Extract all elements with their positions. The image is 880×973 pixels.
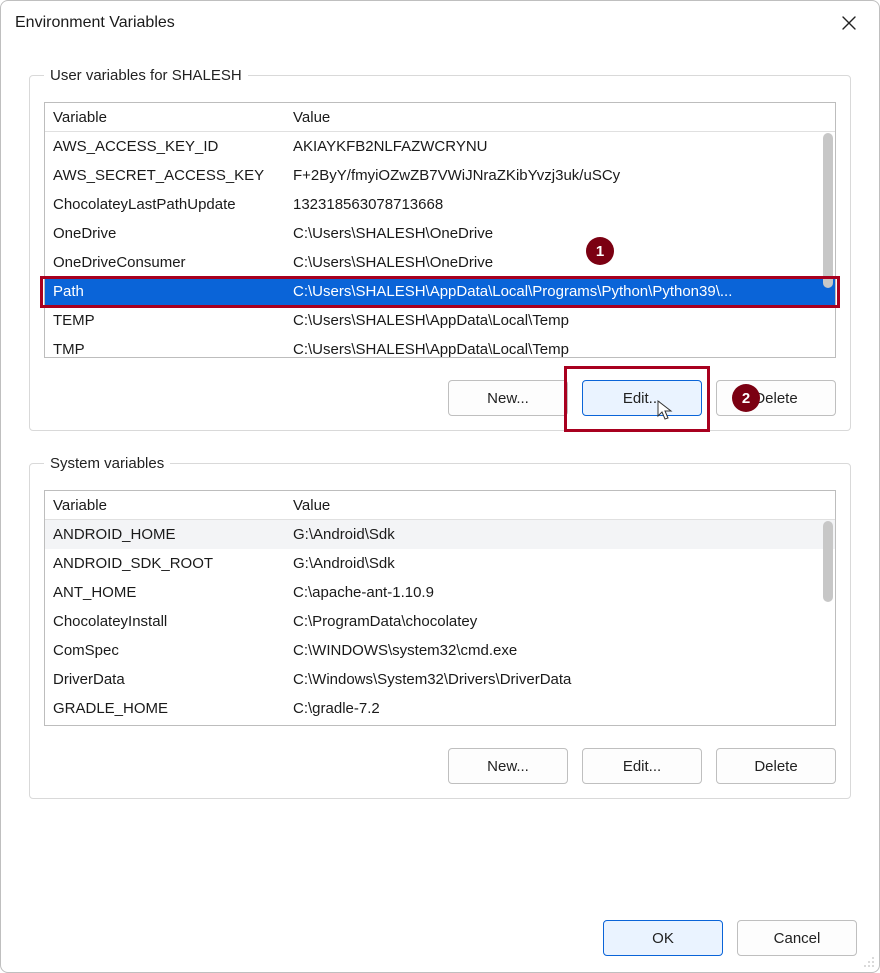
system-variables-group: System variables Variable Value ANDROID_… [29, 455, 851, 799]
cell-value: C:\Users\SHALESH\AppData\Local\Temp [293, 341, 827, 358]
cell-variable: Path [53, 283, 293, 300]
environment-variables-dialog: Environment Variables User variables for… [0, 0, 880, 973]
table-row[interactable]: ANT_HOMEC:\apache-ant-1.10.9 [45, 578, 835, 607]
system-variables-list[interactable]: Variable Value ANDROID_HOMEG:\Android\Sd… [44, 490, 836, 726]
user-variables-list[interactable]: Variable Value AWS_ACCESS_KEY_IDAKIAYKFB… [44, 102, 836, 358]
scrollbar-thumb[interactable] [823, 133, 833, 288]
cell-value: G:\Android\Sdk [293, 526, 827, 543]
system-buttons-row: New... Edit... Delete [44, 748, 836, 784]
table-row[interactable]: JAVA_HOMEC:\Program Files\Java\jdk1.8.0_… [45, 723, 835, 726]
user-variables-legend: User variables for SHALESH [44, 67, 248, 84]
system-edit-button[interactable]: Edit... [582, 748, 702, 784]
system-variables-legend: System variables [44, 455, 170, 472]
cell-variable: GRADLE_HOME [53, 700, 293, 717]
cell-variable: ANDROID_SDK_ROOT [53, 555, 293, 572]
cell-value: C:\Users\SHALESH\OneDrive [293, 254, 827, 271]
list-header: Variable Value [45, 103, 835, 132]
table-row[interactable]: ChocolateyLastPathUpdate1323185630787136… [45, 190, 835, 219]
cancel-button[interactable]: Cancel [737, 920, 857, 956]
user-new-button[interactable]: New... [448, 380, 568, 416]
user-variables-group: User variables for SHALESH Variable Valu… [29, 67, 851, 431]
titlebar: Environment Variables [1, 1, 879, 43]
cell-variable: DriverData [53, 671, 293, 688]
cell-value: 132318563078713668 [293, 196, 827, 213]
col-header-variable[interactable]: Variable [53, 109, 293, 126]
system-delete-button[interactable]: Delete [716, 748, 836, 784]
cell-variable: TMP [53, 341, 293, 358]
cell-variable: ComSpec [53, 642, 293, 659]
cell-variable: TEMP [53, 312, 293, 329]
table-row[interactable]: ANDROID_HOMEG:\Android\Sdk [45, 520, 835, 549]
table-row[interactable]: TMPC:\Users\SHALESH\AppData\Local\Temp [45, 335, 835, 358]
table-row[interactable]: DriverDataC:\Windows\System32\Drivers\Dr… [45, 665, 835, 694]
cell-value: F+2ByY/fmyiOZwZB7VWiJNraZKibYvzj3uk/uSCy [293, 167, 827, 184]
cell-value: C:\Windows\System32\Drivers\DriverData [293, 671, 827, 688]
user-edit-button[interactable]: Edit... [582, 380, 702, 416]
resize-grip-icon[interactable] [861, 954, 875, 968]
cell-variable: ChocolateyInstall [53, 613, 293, 630]
system-variables-list-wrap: Variable Value ANDROID_HOMEG:\Android\Sd… [44, 490, 836, 726]
cell-value: C:\Users\SHALESH\OneDrive [293, 225, 827, 242]
table-row[interactable]: GRADLE_HOMEC:\gradle-7.2 [45, 694, 835, 723]
table-row[interactable]: ChocolateyInstallC:\ProgramData\chocolat… [45, 607, 835, 636]
table-row[interactable]: ANDROID_SDK_ROOTG:\Android\Sdk [45, 549, 835, 578]
cell-value: C:\Users\SHALESH\AppData\Local\Programs\… [293, 283, 827, 300]
user-buttons-row: New... Edit... Delete 2 [44, 380, 836, 416]
col-header-value[interactable]: Value [293, 109, 827, 126]
close-icon [841, 15, 857, 31]
dialog-title: Environment Variables [15, 14, 175, 32]
cell-value: C:\apache-ant-1.10.9 [293, 584, 827, 601]
table-row[interactable]: PathC:\Users\SHALESH\AppData\Local\Progr… [45, 277, 835, 306]
cell-variable: OneDriveConsumer [53, 254, 293, 271]
table-row[interactable]: ComSpecC:\WINDOWS\system32\cmd.exe [45, 636, 835, 665]
col-header-value[interactable]: Value [293, 497, 827, 514]
cell-value: C:\Users\SHALESH\AppData\Local\Temp [293, 312, 827, 329]
cell-value: C:\gradle-7.2 [293, 700, 827, 717]
cell-value: G:\Android\Sdk [293, 555, 827, 572]
col-header-variable[interactable]: Variable [53, 497, 293, 514]
table-row[interactable]: OneDriveConsumerC:\Users\SHALESH\OneDriv… [45, 248, 835, 277]
close-button[interactable] [833, 11, 865, 35]
cell-value: C:\WINDOWS\system32\cmd.exe [293, 642, 827, 659]
list-header: Variable Value [45, 491, 835, 520]
cell-variable: AWS_SECRET_ACCESS_KEY [53, 167, 293, 184]
dialog-footer: OK Cancel [1, 892, 879, 972]
cell-variable: ANT_HOME [53, 584, 293, 601]
cell-variable: ChocolateyLastPathUpdate [53, 196, 293, 213]
ok-button[interactable]: OK [603, 920, 723, 956]
user-delete-button[interactable]: Delete [716, 380, 836, 416]
cell-variable: ANDROID_HOME [53, 526, 293, 543]
cell-variable: OneDrive [53, 225, 293, 242]
table-row[interactable]: OneDriveC:\Users\SHALESH\OneDrive [45, 219, 835, 248]
table-row[interactable]: AWS_ACCESS_KEY_IDAKIAYKFB2NLFAZWCRYNU [45, 132, 835, 161]
dialog-content: User variables for SHALESH Variable Valu… [1, 43, 879, 892]
table-row[interactable]: TEMPC:\Users\SHALESH\AppData\Local\Temp [45, 306, 835, 335]
scrollbar[interactable] [823, 133, 833, 355]
table-row[interactable]: AWS_SECRET_ACCESS_KEYF+2ByY/fmyiOZwZB7VW… [45, 161, 835, 190]
system-new-button[interactable]: New... [448, 748, 568, 784]
scrollbar[interactable] [823, 521, 833, 723]
cell-value: AKIAYKFB2NLFAZWCRYNU [293, 138, 827, 155]
scrollbar-thumb[interactable] [823, 521, 833, 602]
cell-variable: AWS_ACCESS_KEY_ID [53, 138, 293, 155]
cell-value: C:\ProgramData\chocolatey [293, 613, 827, 630]
user-variables-list-wrap: Variable Value AWS_ACCESS_KEY_IDAKIAYKFB… [44, 102, 836, 358]
